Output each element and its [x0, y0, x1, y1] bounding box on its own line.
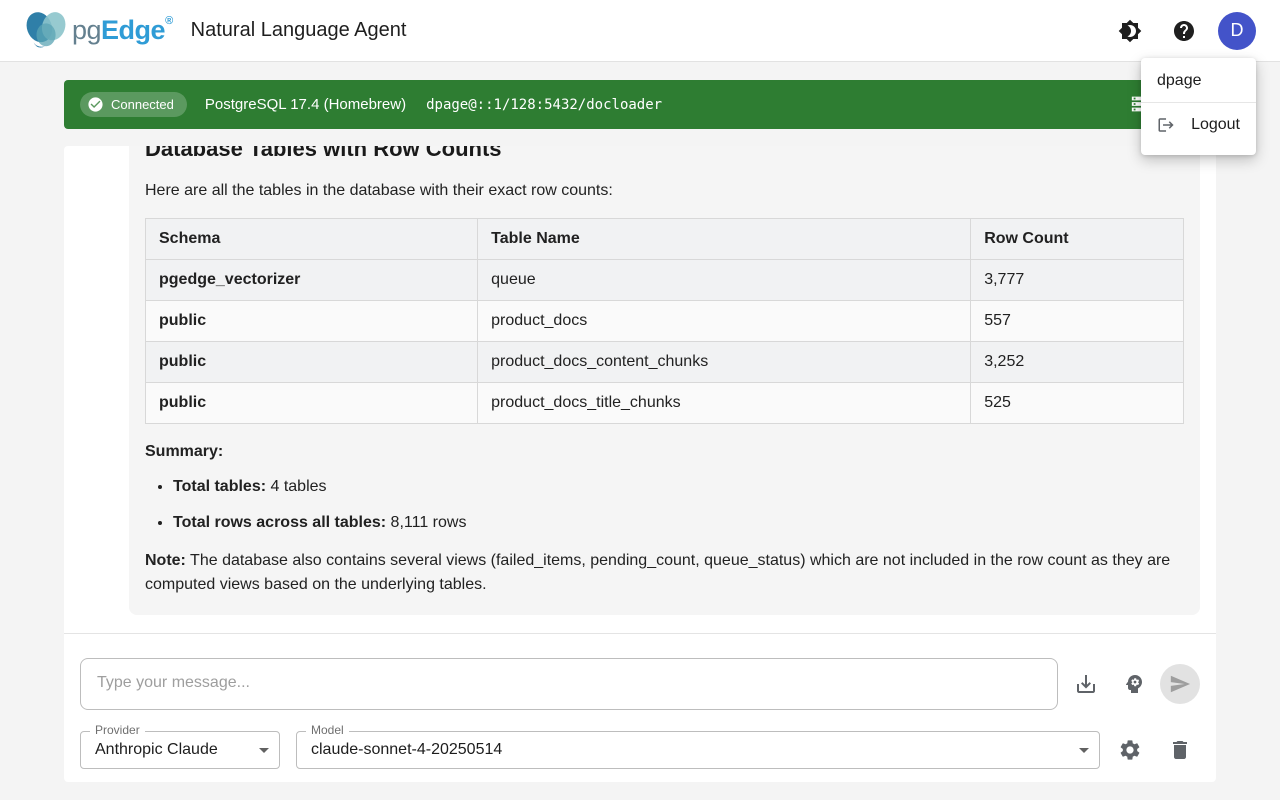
brand-wordmark: pgEdge® — [72, 15, 173, 46]
note-paragraph: Note: The database also contains several… — [145, 549, 1184, 597]
summary-heading: Summary: — [145, 443, 1184, 461]
trash-icon — [1168, 738, 1192, 762]
export-chat-button[interactable] — [1066, 664, 1106, 704]
theme-toggle-button[interactable] — [1110, 11, 1150, 51]
server-version: PostgreSQL 17.4 (Homebrew) — [205, 96, 406, 113]
table-row: public product_docs 557 — [146, 301, 1184, 342]
connected-badge: Connected — [80, 92, 187, 117]
menu-username: dpage — [1141, 67, 1256, 102]
model-label: Model — [306, 723, 349, 737]
model-value: claude-sonnet-4-20250514 — [311, 741, 502, 759]
gear-icon — [1118, 738, 1142, 762]
summary-item-label: Total rows across all tables: — [173, 514, 386, 531]
model-select[interactable]: Model claude-sonnet-4-20250514 — [296, 731, 1100, 769]
provider-value: Anthropic Claude — [95, 741, 218, 759]
brand-pg: pg — [72, 15, 101, 45]
logout-icon — [1157, 115, 1175, 135]
connection-string: dpage@::1/128:5432/docloader — [426, 97, 662, 113]
composer-input-row — [80, 658, 1200, 710]
table-name-cell: queue — [478, 260, 971, 301]
table-name-cell: product_docs_content_chunks — [478, 342, 971, 383]
composer-settings-row: Provider Anthropic Claude Model claude-s… — [80, 730, 1200, 770]
chevron-down-icon — [1079, 748, 1089, 753]
summary-list: Total tables: 4 tables Total rows across… — [145, 475, 1184, 535]
table-header-row: Schema Table Name Row Count — [146, 219, 1184, 260]
assistant-message: Database Tables with Row Counts Here are… — [129, 146, 1200, 615]
note-label: Note: — [145, 552, 186, 569]
header-actions: D — [1110, 11, 1256, 51]
column-header-schema: Schema — [146, 219, 478, 260]
row-count-cell: 3,252 — [971, 342, 1184, 383]
logout-label: Logout — [1191, 116, 1240, 134]
pgedge-logo-icon — [24, 10, 70, 52]
provider-select[interactable]: Provider Anthropic Claude — [80, 731, 280, 769]
schema-cell: public — [146, 342, 478, 383]
summary-item-value: 4 tables — [266, 478, 326, 495]
download-icon — [1074, 672, 1098, 696]
settings-button[interactable] — [1110, 730, 1150, 770]
clear-chat-button[interactable] — [1160, 730, 1200, 770]
send-icon — [1169, 673, 1191, 695]
table-row: public product_docs_content_chunks 3,252 — [146, 342, 1184, 383]
schema-cell: pgedge_vectorizer — [146, 260, 478, 301]
page-title: Natural Language Agent — [191, 19, 407, 42]
message-input[interactable] — [80, 658, 1058, 710]
summary-item-value: 8,111 rows — [386, 514, 466, 531]
table-row: public product_docs_title_chunks 525 — [146, 383, 1184, 424]
chat-history: Database Tables with Row Counts Here are… — [64, 146, 1216, 633]
page: pgEdge® Natural Language Agent D Connect… — [0, 0, 1280, 800]
summary-item-label: Total tables: — [173, 478, 266, 495]
help-button[interactable] — [1164, 11, 1204, 51]
psychology-icon — [1122, 672, 1146, 696]
list-item: Total tables: 4 tables — [173, 475, 1184, 499]
note-text: The database also contains several views… — [145, 552, 1170, 593]
brand-edge: Edge — [101, 15, 165, 45]
composer: Provider Anthropic Claude Model claude-s… — [64, 633, 1216, 770]
row-count-cell: 3,777 — [971, 260, 1184, 301]
table-name-cell: product_docs_title_chunks — [478, 383, 971, 424]
schema-cell: public — [146, 383, 478, 424]
logout-menu-item[interactable]: Logout — [1141, 103, 1256, 147]
row-count-cell: 525 — [971, 383, 1184, 424]
main-card: Database Tables with Row Counts Here are… — [64, 146, 1216, 782]
row-counts-table: Schema Table Name Row Count pgedge_vecto… — [145, 218, 1184, 424]
table-name-cell: product_docs — [478, 301, 971, 342]
column-header-table-name: Table Name — [478, 219, 971, 260]
app-header: pgEdge® Natural Language Agent D — [0, 0, 1280, 62]
column-header-row-count: Row Count — [971, 219, 1184, 260]
brand-registered-mark: ® — [165, 15, 173, 27]
message-heading: Database Tables with Row Counts — [145, 146, 1184, 164]
connection-status-bar: Connected PostgreSQL 17.4 (Homebrew) dpa… — [64, 80, 1216, 129]
provider-label: Provider — [90, 723, 145, 737]
check-circle-icon — [87, 96, 104, 113]
table-row: pgedge_vectorizer queue 3,777 — [146, 260, 1184, 301]
brightness-toggle-icon — [1118, 19, 1142, 43]
help-icon — [1172, 19, 1196, 43]
send-button[interactable] — [1160, 664, 1200, 704]
message-intro: Here are all the tables in the database … — [145, 179, 1184, 203]
schema-cell: public — [146, 301, 478, 342]
row-count-cell: 557 — [971, 301, 1184, 342]
connected-label: Connected — [111, 97, 174, 112]
chevron-down-icon — [259, 748, 269, 753]
ai-reasoning-button[interactable] — [1114, 664, 1154, 704]
user-menu: dpage Logout — [1141, 58, 1256, 155]
user-avatar[interactable]: D — [1218, 12, 1256, 50]
list-item: Total rows across all tables: 8,111 rows — [173, 511, 1184, 535]
pgedge-logo: pgEdge® — [24, 10, 173, 52]
